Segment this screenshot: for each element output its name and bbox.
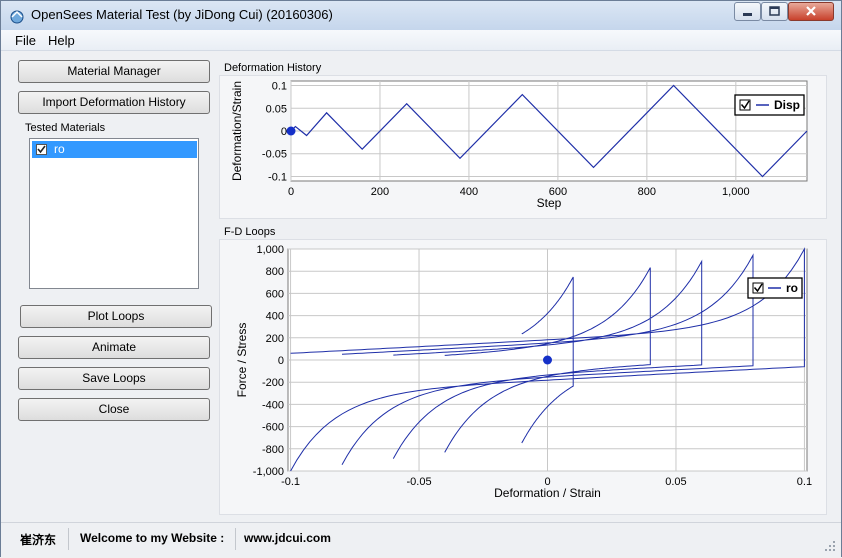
loops-panel-label: F-D Loops bbox=[224, 226, 276, 238]
close-window-button[interactable] bbox=[788, 2, 834, 21]
material-label: ro bbox=[54, 142, 65, 156]
loops-panel bbox=[219, 239, 827, 515]
save-loops-button[interactable]: Save Loops bbox=[18, 367, 210, 390]
status-bar: 崔济东 Welcome to my Website : www.jdcui.co… bbox=[1, 522, 841, 557]
history-panel-label: Deformation History bbox=[224, 62, 322, 74]
material-checkbox[interactable] bbox=[36, 144, 47, 155]
window-title: OpenSees Material Test (by JiDong Cui) (… bbox=[31, 7, 333, 22]
resize-grip-icon[interactable] bbox=[823, 539, 837, 553]
animate-button[interactable]: Animate bbox=[18, 336, 210, 359]
tested-materials-label: Tested Materials bbox=[25, 122, 106, 134]
close-button[interactable]: Close bbox=[18, 398, 210, 421]
status-welcome: Welcome to my Website : bbox=[80, 531, 225, 545]
menu-bar: File Help bbox=[1, 30, 841, 51]
status-website-link[interactable]: www.jdcui.com bbox=[244, 531, 331, 545]
close-icon bbox=[806, 6, 816, 16]
minimize-button[interactable] bbox=[734, 2, 761, 21]
menu-file[interactable]: File bbox=[15, 33, 36, 48]
maximize-icon bbox=[769, 6, 780, 16]
material-manager-button[interactable]: Material Manager bbox=[18, 60, 210, 83]
status-divider bbox=[68, 528, 69, 550]
maximize-button[interactable] bbox=[761, 2, 788, 21]
status-divider bbox=[235, 528, 236, 550]
tested-materials-list[interactable]: ro bbox=[29, 138, 199, 289]
app-icon bbox=[10, 10, 24, 24]
import-history-button[interactable]: Import Deformation History bbox=[18, 91, 210, 114]
minimize-icon bbox=[743, 13, 752, 16]
title-bar[interactable]: OpenSees Material Test (by JiDong Cui) (… bbox=[1, 1, 841, 30]
check-icon bbox=[37, 145, 46, 154]
history-panel bbox=[219, 75, 827, 219]
menu-help[interactable]: Help bbox=[48, 33, 75, 48]
app-window: OpenSees Material Test (by JiDong Cui) (… bbox=[0, 0, 842, 557]
status-author: 崔济东 bbox=[20, 533, 57, 547]
plot-loops-button[interactable]: Plot Loops bbox=[20, 305, 212, 328]
list-item[interactable]: ro bbox=[32, 141, 197, 158]
